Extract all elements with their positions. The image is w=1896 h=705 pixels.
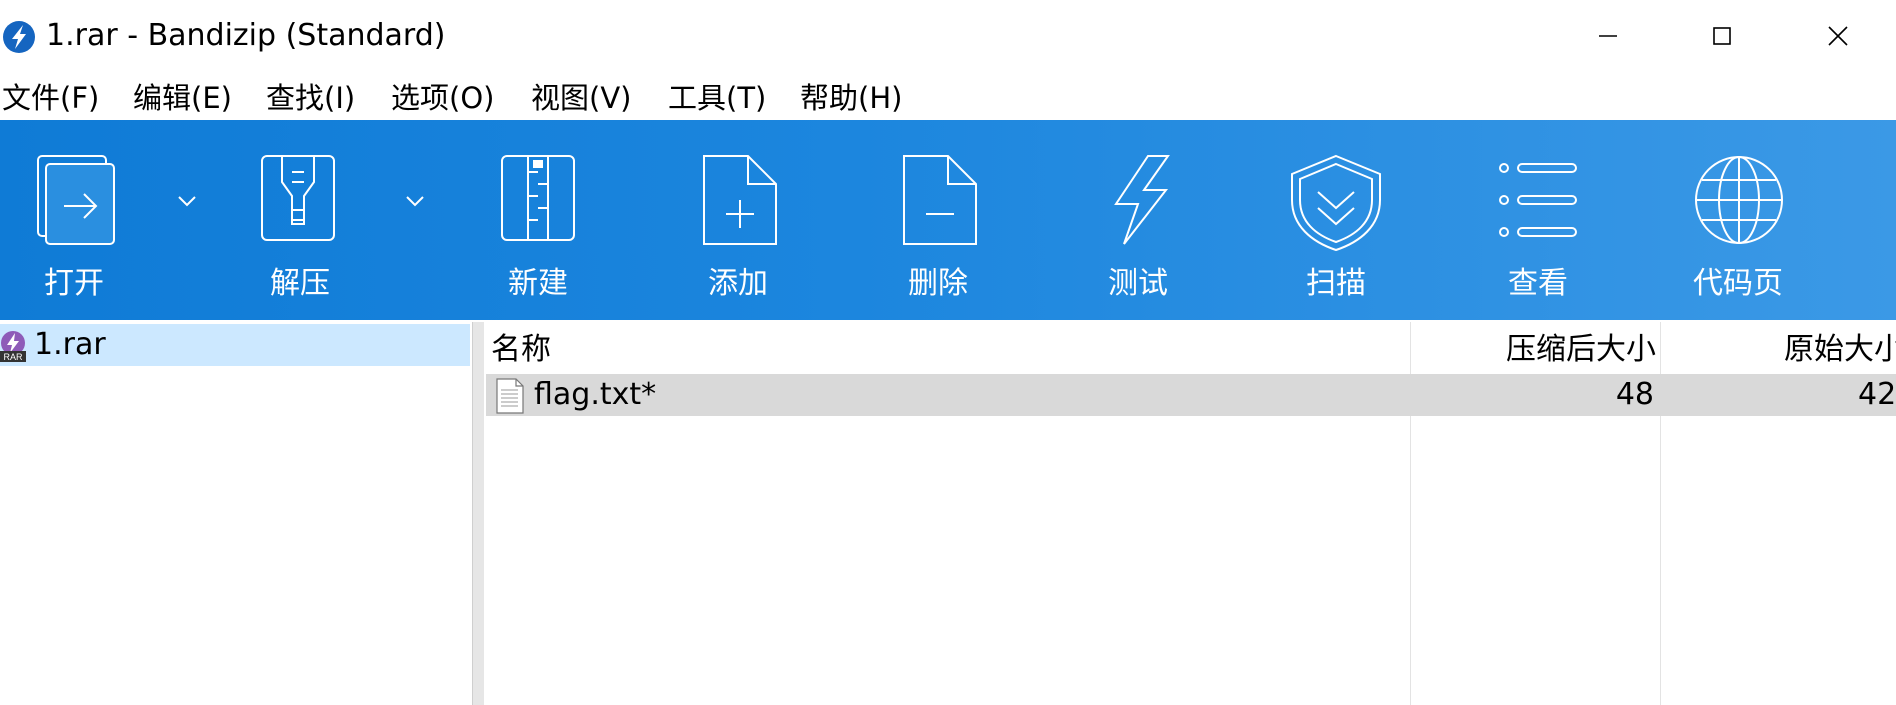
minimize-icon xyxy=(1599,35,1617,37)
open-label: 打开 xyxy=(44,266,104,301)
add-label: 添加 xyxy=(708,266,768,301)
list-icon xyxy=(1499,163,1577,237)
text-file-icon xyxy=(496,378,524,414)
new-label: 新建 xyxy=(508,266,568,301)
menu-view[interactable]: 视图(V) xyxy=(531,76,631,120)
toolbar: 打开 解压 新建 添加 删除 测试 扫描 查看 代码页 xyxy=(0,120,1896,320)
test-button[interactable]: 测试 xyxy=(1068,120,1208,320)
minimize-button[interactable] xyxy=(1580,14,1636,58)
svg-text:RAR: RAR xyxy=(3,352,23,362)
new-archive-icon xyxy=(501,155,575,241)
title-bar: 1.rar - Bandizip (Standard) xyxy=(0,0,1896,72)
codepage-button[interactable]: 代码页 xyxy=(1668,120,1808,320)
file-row[interactable]: flag.txt* 48 42 xyxy=(486,374,1896,416)
bandizip-logo-icon xyxy=(3,21,35,53)
add-file-icon xyxy=(703,155,777,245)
delete-button[interactable]: 删除 xyxy=(868,120,1008,320)
extract-icon xyxy=(261,155,335,241)
window-title: 1.rar - Bandizip (Standard) xyxy=(46,18,446,53)
menu-options[interactable]: 选项(O) xyxy=(391,76,494,120)
file-original-size: 42 xyxy=(1858,377,1896,412)
menu-help[interactable]: 帮助(H) xyxy=(800,76,902,120)
column-header-original-size[interactable]: 原始大小 xyxy=(1784,322,1896,372)
tree-item-archive[interactable]: RAR 1.rar xyxy=(0,324,470,366)
extract-dropdown[interactable] xyxy=(400,186,430,216)
open-dropdown[interactable] xyxy=(172,186,202,216)
file-name: flag.txt* xyxy=(534,377,657,412)
add-button[interactable]: 添加 xyxy=(668,120,808,320)
maximize-button[interactable] xyxy=(1694,14,1750,58)
tree-item-label: 1.rar xyxy=(34,327,106,362)
close-button[interactable] xyxy=(1810,14,1866,58)
menu-tools[interactable]: 工具(T) xyxy=(668,76,766,120)
open-icon xyxy=(37,155,115,245)
menu-edit[interactable]: 编辑(E) xyxy=(133,76,232,120)
delete-file-icon xyxy=(903,155,977,245)
chevron-down-icon xyxy=(178,196,196,207)
menu-bar: 文件(F) 编辑(E) 查找(I) 选项(O) 视图(V) 工具(T) 帮助(H… xyxy=(0,76,1896,120)
chevron-down-icon xyxy=(406,196,424,207)
maximize-icon xyxy=(1713,27,1731,45)
scan-button[interactable]: 扫描 xyxy=(1266,120,1406,320)
folder-tree: RAR 1.rar xyxy=(0,322,472,705)
globe-icon xyxy=(1695,156,1783,244)
open-button[interactable]: 打开 xyxy=(4,120,144,320)
lightning-icon xyxy=(1114,155,1170,245)
view-button[interactable]: 查看 xyxy=(1468,120,1608,320)
column-header-compressed-size[interactable]: 压缩后大小 xyxy=(484,322,1656,372)
file-compressed-size: 48 xyxy=(1615,377,1654,412)
delete-label: 删除 xyxy=(908,266,968,301)
codepage-label: 代码页 xyxy=(1693,266,1783,301)
extract-button[interactable]: 解压 xyxy=(230,120,370,320)
menu-file[interactable]: 文件(F) xyxy=(2,76,99,120)
extract-label: 解压 xyxy=(270,266,330,301)
view-label: 查看 xyxy=(1508,266,1568,301)
new-archive-button[interactable]: 新建 xyxy=(468,120,608,320)
test-label: 测试 xyxy=(1108,266,1168,301)
file-list: 名称 压缩后大小 原始大小 flag.txt* 48 42 xyxy=(484,322,1896,705)
scan-label: 扫描 xyxy=(1306,266,1366,301)
shield-icon xyxy=(1291,154,1381,252)
close-icon xyxy=(1828,26,1848,46)
menu-find[interactable]: 查找(I) xyxy=(266,76,355,120)
rar-archive-icon: RAR xyxy=(0,331,26,362)
